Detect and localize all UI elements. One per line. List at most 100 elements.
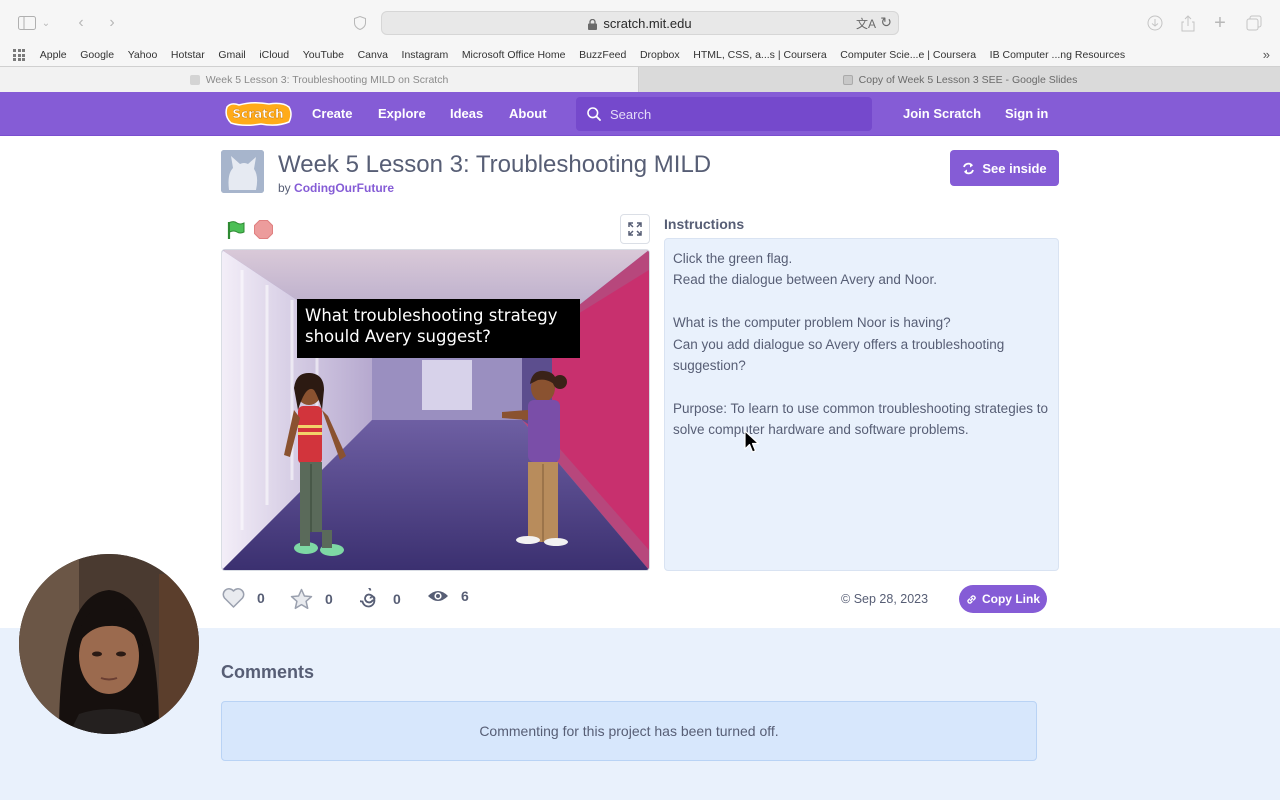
copy-link-button[interactable]: Copy Link <box>959 585 1047 613</box>
see-inside-label: See inside <box>982 160 1047 176</box>
search-icon <box>587 107 601 121</box>
view-count: 6 <box>461 588 469 604</box>
back-icon[interactable]: ‹ <box>70 12 92 34</box>
project-title: Week 5 Lesson 3: Troubleshooting MILD <box>278 151 712 178</box>
url-text: scratch.mit.edu <box>603 15 692 31</box>
share-date: © Sep 28, 2023 <box>841 592 928 606</box>
favorite-link[interactable]: Dropbox <box>640 49 680 61</box>
new-tab-icon[interactable]: + <box>1209 12 1231 34</box>
favorite-link[interactable]: Hotstar <box>171 49 205 61</box>
instruction-line: What is the computer problem Noor is hav… <box>673 315 951 331</box>
tab-scratch[interactable]: Week 5 Lesson 3: Troubleshooting MILD on… <box>0 67 639 92</box>
favorite-link[interactable]: Computer Scie...e | Coursera <box>840 49 976 61</box>
comments-heading: Comments <box>221 662 315 682</box>
favorites-bar: Apple Google Yahoo Hotstar Gmail iCloud … <box>0 44 1280 66</box>
sidebar-icon[interactable] <box>16 12 38 34</box>
more-favorites-icon[interactable]: » <box>1263 47 1270 62</box>
tab-bar: Week 5 Lesson 3: Troubleshooting MILD on… <box>0 66 1280 92</box>
love-button[interactable]: 0 <box>222 588 265 608</box>
browser-toolbar: ⌄ ‹ › scratch.mit.edu 文A ↻ + <box>0 0 1280 44</box>
slides-favicon-icon <box>842 74 853 85</box>
speech-caption: What troubleshooting strategy should Ave… <box>297 299 580 358</box>
favorite-count: 0 <box>325 591 333 607</box>
fullscreen-button[interactable] <box>620 214 650 244</box>
remix-count: 0 <box>393 590 401 607</box>
mouse-cursor-icon <box>744 430 760 453</box>
see-inside-button[interactable]: See inside <box>950 150 1059 186</box>
instruction-line: Can you add dialogue so Avery offers a t… <box>673 336 1005 374</box>
nav-ideas[interactable]: Ideas <box>450 106 483 121</box>
favorite-link[interactable]: BuzzFeed <box>579 49 626 61</box>
instruction-line: Purpose: To learn to use common troubles… <box>673 400 1048 438</box>
remix-arrows-icon <box>963 162 975 174</box>
nav-explore[interactable]: Explore <box>378 106 426 121</box>
chevron-down-icon[interactable]: ⌄ <box>39 12 53 34</box>
address-bar[interactable]: scratch.mit.edu 文A ↻ <box>381 11 899 35</box>
join-scratch-link[interactable]: Join Scratch <box>903 106 981 121</box>
project-stage[interactable]: What troubleshooting strategy should Ave… <box>221 249 650 571</box>
eye-icon <box>428 591 448 601</box>
tab-slides[interactable]: Copy of Week 5 Lesson 3 SEE - Google Sli… <box>640 67 1280 92</box>
instructions-panel: Click the green flag. Read the dialogue … <box>664 238 1059 571</box>
sign-in-link[interactable]: Sign in <box>1005 106 1048 121</box>
translate-icon[interactable]: 文A <box>856 15 876 32</box>
search-input[interactable]: Search <box>576 97 872 131</box>
tab-title: Copy of Week 5 Lesson 3 SEE - Google Sli… <box>858 73 1078 86</box>
favorite-link[interactable]: Microsoft Office Home <box>462 49 566 61</box>
favorite-link[interactable]: Canva <box>358 49 388 61</box>
favorite-link[interactable]: Yahoo <box>128 49 158 61</box>
share-icon[interactable] <box>1177 12 1199 34</box>
reload-icon[interactable]: ↻ <box>880 14 892 31</box>
tab-title: Week 5 Lesson 3: Troubleshooting MILD on… <box>205 73 449 86</box>
tab-overview-icon[interactable] <box>1243 12 1265 34</box>
lock-icon <box>588 18 598 30</box>
favorite-link[interactable]: HTML, CSS, a...s | Coursera <box>693 49 826 61</box>
page-favicon-icon <box>189 74 200 85</box>
remix-count-stat: 0 <box>360 588 401 609</box>
scratch-navbar: Scratch Create Explore Ideas About Searc… <box>0 92 1280 136</box>
cat-avatar-icon <box>221 150 264 193</box>
favorite-link[interactable]: iCloud <box>259 49 289 61</box>
author-prefix: by <box>278 181 291 195</box>
share-date-text: Sep 28, 2023 <box>853 592 929 606</box>
link-icon <box>967 594 976 604</box>
search-placeholder: Search <box>610 106 652 122</box>
download-icon[interactable] <box>1144 12 1166 34</box>
favorite-link[interactable]: Gmail <box>218 49 245 61</box>
author-link[interactable]: CodingOurFuture <box>294 181 394 195</box>
shield-icon[interactable] <box>349 12 371 34</box>
project-author: by CodingOurFuture <box>278 181 394 195</box>
logo-text: Scratch <box>232 107 283 121</box>
view-count-stat: 6 <box>427 588 469 604</box>
green-flag-icon[interactable] <box>226 220 246 240</box>
apps-grid-icon[interactable] <box>13 49 25 61</box>
scratch-logo[interactable]: Scratch <box>223 101 293 127</box>
instructions-heading: Instructions <box>664 216 745 232</box>
instruction-spacer <box>673 376 1050 397</box>
webcam-overlay <box>19 554 199 734</box>
favorite-button[interactable]: 0 <box>290 588 333 610</box>
instruction-spacer <box>673 291 1050 312</box>
love-count: 0 <box>257 590 265 606</box>
instruction-line: Read the dialogue between Avery and Noor… <box>673 272 937 288</box>
forward-icon[interactable]: › <box>101 12 123 34</box>
favorite-link[interactable]: Apple <box>40 49 67 61</box>
expand-icon <box>628 222 642 236</box>
author-avatar[interactable] <box>221 150 264 193</box>
copyright-icon: © <box>841 592 851 606</box>
stop-sign-icon[interactable] <box>254 220 273 239</box>
favorite-link[interactable]: Instagram <box>402 49 449 61</box>
comments-disabled-notice: Commenting for this project has been tur… <box>221 701 1037 761</box>
nav-about[interactable]: About <box>509 106 547 121</box>
presenter-video-image <box>19 554 199 734</box>
nav-create[interactable]: Create <box>312 106 352 121</box>
star-icon <box>290 588 313 610</box>
copy-link-label: Copy Link <box>981 592 1040 606</box>
remix-spiral-icon <box>360 588 376 608</box>
favorite-link[interactable]: IB Computer ...ng Resources <box>990 49 1125 61</box>
instruction-line: Click the green flag. <box>673 251 793 266</box>
favorite-link[interactable]: Google <box>80 49 114 61</box>
hallway-scene-image <box>222 250 649 570</box>
favorite-link[interactable]: YouTube <box>303 49 344 61</box>
heart-icon <box>222 588 245 608</box>
